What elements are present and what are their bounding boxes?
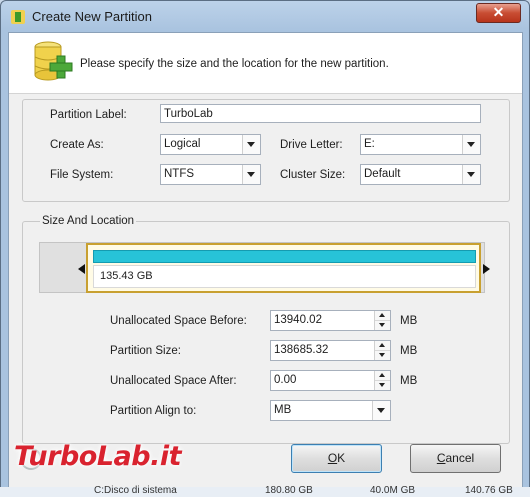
cancel-button[interactable]: Cancel [410,444,501,473]
unallocated-after-label: Unallocated Space After: [110,375,237,387]
file-system-value: NTFS [164,168,195,180]
ok-mnemonic: O [327,451,338,465]
unallocated-before-label: Unallocated Space Before: [110,315,247,327]
align-to-value: MB [274,404,292,416]
drive-letter-value: E: [364,138,375,150]
unallocated-before-unit: MB [400,315,418,327]
partition-size-input[interactable]: 138685.32 [270,340,391,361]
close-button[interactable]: ✕ [476,3,521,23]
chevron-down-icon[interactable] [242,135,260,154]
bg-row-free: 140.76 GB [465,485,513,496]
dialog-header: Please specify the size and the location… [9,33,522,94]
spin-down-icon[interactable] [375,321,390,330]
spin-up-icon[interactable] [375,341,390,351]
cluster-size-label: Cluster Size: [280,169,346,181]
partition-label-input[interactable]: TurboLab [160,104,481,123]
partition-size-value: 138685.32 [274,344,329,356]
spin-buttons[interactable] [374,311,390,330]
chevron-down-icon[interactable] [462,135,480,154]
resize-right-handle[interactable] [483,264,490,274]
partition-size-unit: MB [400,345,418,357]
chevron-down-icon[interactable] [372,401,390,420]
create-as-value: Logical [164,138,201,150]
unallocated-before-input[interactable]: 13940.02 [270,310,391,331]
spin-down-icon[interactable] [375,351,390,360]
spin-buttons[interactable] [374,341,390,360]
ok-button[interactable]: OK [291,444,382,473]
app-icon [11,10,25,24]
cancel-label-rest: ancel [445,451,475,465]
drive-letter-label: Drive Letter: [280,139,343,151]
align-to-select[interactable]: MB [270,400,391,421]
create-as-label: Create As: [50,139,104,151]
align-to-label: Partition Align to: [110,405,197,417]
unallocated-before-value: 13940.02 [274,314,322,326]
bg-row-used: 40.0M GB [370,485,416,496]
watermark-logo: TurboLab.it [14,441,182,472]
spin-up-icon[interactable] [375,311,390,321]
spin-buttons[interactable] [374,371,390,390]
size-location-title: Size And Location [40,215,137,227]
resize-left-handle[interactable] [78,264,85,274]
chevron-down-icon[interactable] [462,165,480,184]
new-partition-icon [34,41,73,81]
ok-label-rest: K [337,451,346,465]
file-system-label: File System: [50,169,114,181]
drive-letter-select[interactable]: E: [360,134,481,155]
unallocated-after-value: 0.00 [274,374,297,386]
partition-fill-bar [93,250,476,263]
partition-info: 135.43 GB [93,265,476,288]
background-list-row: C:Disco di sistema 180.80 GB 40.0M GB 14… [0,485,530,497]
unallocated-after-input[interactable]: 0.00 [270,370,391,391]
partition-label-label: Partition Label: [50,109,127,121]
cluster-size-select[interactable]: Default [360,164,481,185]
chevron-down-icon[interactable] [242,165,260,184]
partition-size-label: Partition Size: [110,345,181,357]
window-title: Create New Partition [32,9,152,24]
bg-row-name: C:Disco di sistema [94,485,177,496]
file-system-select[interactable]: NTFS [160,164,261,185]
spin-down-icon[interactable] [375,381,390,390]
title-bar[interactable]: Create New Partition ✕ [1,1,529,33]
partition-block[interactable]: 135.43 GB [86,243,481,293]
partition-size-display: 135.43 GB [100,270,153,282]
unallocated-after-unit: MB [400,375,418,387]
spin-up-icon[interactable] [375,371,390,381]
bg-row-size: 180.80 GB [265,485,313,496]
header-instruction: Please specify the size and the location… [80,58,389,70]
create-as-select[interactable]: Logical [160,134,261,155]
cluster-size-value: Default [364,168,401,180]
